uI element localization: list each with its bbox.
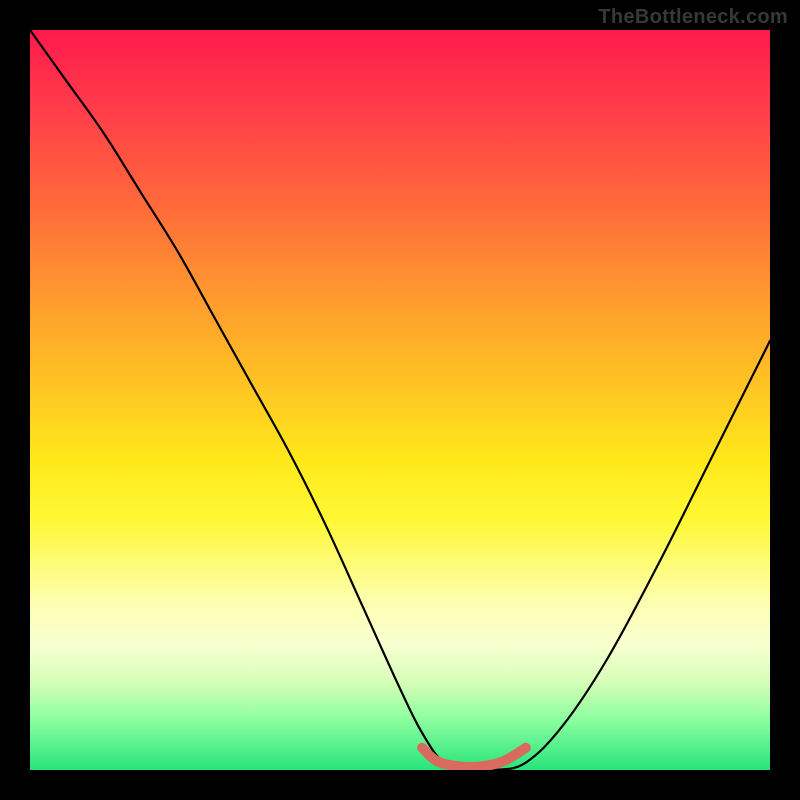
- chart-frame: TheBottleneck.com: [0, 0, 800, 800]
- main-curve: [30, 30, 770, 770]
- chart-plot-area: [30, 30, 770, 770]
- bottom-highlight: [422, 748, 526, 767]
- watermark-text: TheBottleneck.com: [598, 6, 788, 29]
- chart-canvas: [30, 30, 770, 770]
